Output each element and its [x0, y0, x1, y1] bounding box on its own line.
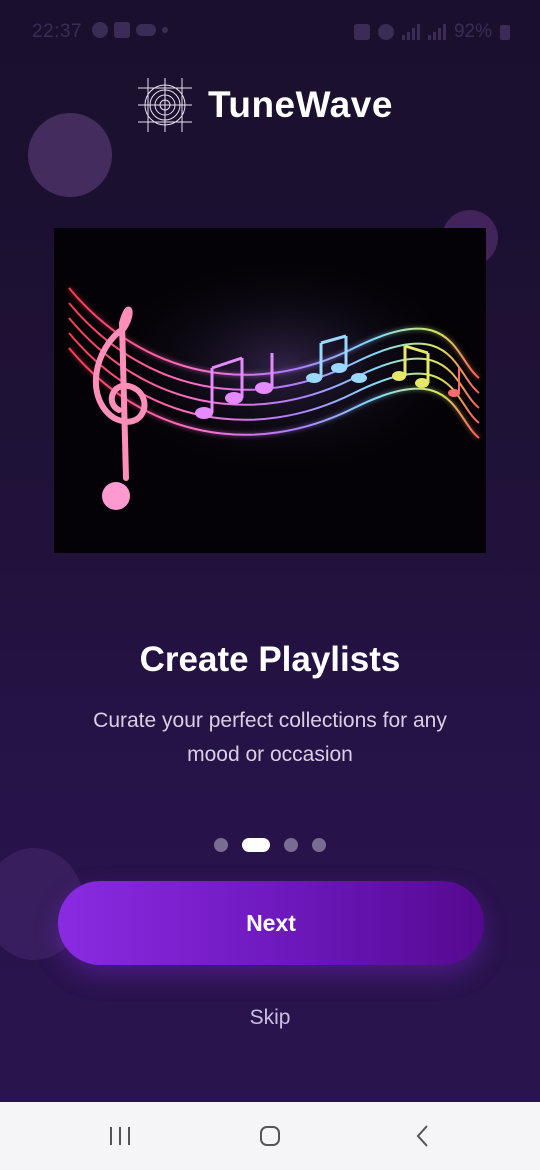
system-nav-bar: [0, 1102, 540, 1170]
page-dot-active: [242, 838, 270, 852]
status-right: 92%: [353, 21, 510, 43]
battery-icon: [500, 24, 510, 40]
next-button[interactable]: Next: [58, 881, 484, 965]
alarm-icon: [353, 24, 370, 40]
app-name: TuneWave: [208, 84, 393, 125]
page-dot: [312, 838, 326, 852]
hotspot-icon: [377, 24, 394, 40]
recents-icon[interactable]: [108, 1126, 132, 1146]
battery-percent: 92%: [453, 21, 492, 42]
status-time: 22:37: [32, 21, 83, 42]
music-notes-staff-icon: [54, 228, 486, 553]
page-indicator: [0, 838, 540, 852]
home-icon[interactable]: [259, 1125, 281, 1147]
signal-icon: [401, 24, 420, 40]
onboarding-title: Create Playlists: [139, 640, 401, 679]
notification-icons: [92, 22, 168, 38]
cloud-icon: [136, 24, 156, 36]
page-dot: [284, 838, 298, 852]
tunewave-logo-icon: [138, 78, 192, 132]
status-bar: 22:37 92%: [0, 0, 540, 62]
brand-header: TuneWave: [136, 76, 393, 134]
linkedin-icon: [114, 22, 130, 38]
more-dot-icon: [162, 27, 168, 33]
onboarding-screen: 22:37 92% TuneWave Create Playlists Cura…: [0, 0, 540, 1170]
decorative-circle: [28, 113, 112, 197]
onboarding-subtitle: Curate your perfect collections for any …: [93, 709, 447, 766]
notification-icon: [92, 22, 108, 38]
hero-image: [54, 228, 486, 553]
page-dot: [214, 838, 228, 852]
skip-button[interactable]: Skip: [220, 998, 320, 1038]
signal-2-icon: [427, 24, 446, 40]
back-icon[interactable]: [413, 1124, 433, 1148]
